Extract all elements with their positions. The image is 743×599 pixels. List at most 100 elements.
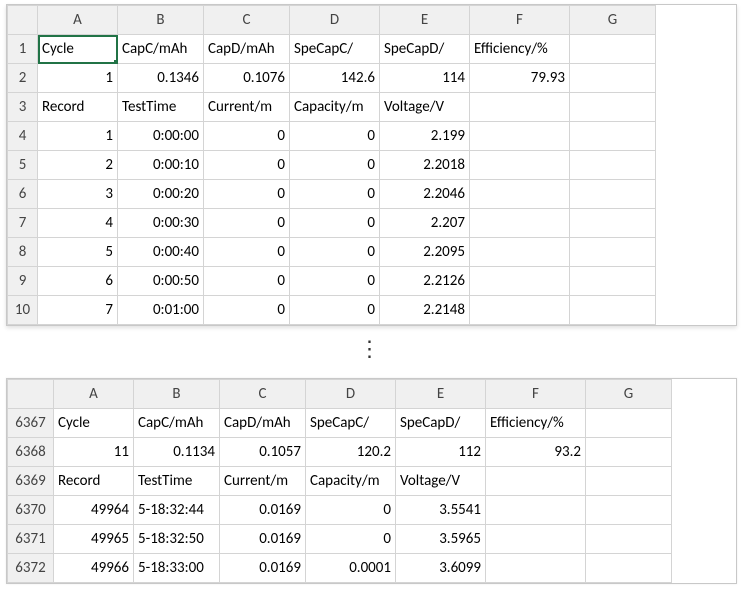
cell-F3[interactable] — [470, 93, 570, 122]
cell-G10[interactable] — [570, 296, 656, 325]
cell-B9[interactable]: 0:00:50 — [118, 267, 204, 296]
cell-D7[interactable]: 0 — [290, 209, 380, 238]
cell-G7[interactable] — [570, 209, 656, 238]
col-header-D[interactable]: D — [306, 380, 396, 409]
cell-A9[interactable]: 6 — [38, 267, 118, 296]
cell-B6371[interactable]: 5-18:32:50 — [134, 525, 220, 554]
cell-A4[interactable]: 1 — [38, 122, 118, 151]
cell-F8[interactable] — [470, 238, 570, 267]
cell-D2[interactable]: 142.6 — [290, 64, 380, 93]
cell-C5[interactable]: 0 — [204, 151, 290, 180]
cell-F10[interactable] — [470, 296, 570, 325]
cell-A6370[interactable]: 49964 — [54, 496, 134, 525]
cell-E7[interactable]: 2.207 — [380, 209, 470, 238]
col-header-E[interactable]: E — [380, 6, 470, 35]
cell-C3[interactable]: Current/m — [204, 93, 290, 122]
row-header[interactable]: 1 — [8, 35, 38, 64]
col-header-F[interactable]: F — [486, 380, 586, 409]
cell-C6371[interactable]: 0.0169 — [220, 525, 306, 554]
row-header[interactable]: 6370 — [8, 496, 54, 525]
col-header-C[interactable]: C — [204, 6, 290, 35]
cell-D5[interactable]: 0 — [290, 151, 380, 180]
cell-E3[interactable]: Voltage/V — [380, 93, 470, 122]
select-all-corner[interactable] — [8, 380, 54, 409]
row-header[interactable]: 6372 — [8, 554, 54, 583]
row-header[interactable]: 10 — [8, 296, 38, 325]
cell-E6368[interactable]: 112 — [396, 438, 486, 467]
cell-D6369[interactable]: Capacity/m — [306, 467, 396, 496]
cell-G6370[interactable] — [586, 496, 672, 525]
cell-G6368[interactable] — [586, 438, 672, 467]
cell-G6371[interactable] — [586, 525, 672, 554]
col-header-G[interactable]: G — [586, 380, 672, 409]
cell-C7[interactable]: 0 — [204, 209, 290, 238]
cell-F6[interactable] — [470, 180, 570, 209]
cell-F6371[interactable] — [486, 525, 586, 554]
row-header[interactable]: 6368 — [8, 438, 54, 467]
col-header-B[interactable]: B — [118, 6, 204, 35]
cell-D3[interactable]: Capacity/m — [290, 93, 380, 122]
cell-F6370[interactable] — [486, 496, 586, 525]
row-header[interactable]: 9 — [8, 267, 38, 296]
cell-C6368[interactable]: 0.1057 — [220, 438, 306, 467]
cell-E9[interactable]: 2.2126 — [380, 267, 470, 296]
cell-E6371[interactable]: 3.5965 — [396, 525, 486, 554]
cell-A3[interactable]: Record — [38, 93, 118, 122]
cell-G2[interactable] — [570, 64, 656, 93]
row-header[interactable]: 5 — [8, 151, 38, 180]
cell-A10[interactable]: 7 — [38, 296, 118, 325]
cell-B10[interactable]: 0:01:00 — [118, 296, 204, 325]
cell-A2[interactable]: 1 — [38, 64, 118, 93]
cell-G6[interactable] — [570, 180, 656, 209]
cell-D1[interactable]: SpeCapC/ — [290, 35, 380, 64]
cell-A7[interactable]: 4 — [38, 209, 118, 238]
cell-C4[interactable]: 0 — [204, 122, 290, 151]
cell-B6372[interactable]: 5-18:33:00 — [134, 554, 220, 583]
cell-F6372[interactable] — [486, 554, 586, 583]
spreadsheet-grid-bottom[interactable]: A B C D E F G 6367 Cycle CapC/mAh CapD/m… — [7, 379, 672, 583]
cell-D6370[interactable]: 0 — [306, 496, 396, 525]
cell-B1[interactable]: CapC/mAh — [118, 35, 204, 64]
cell-E6372[interactable]: 3.6099 — [396, 554, 486, 583]
col-header-F[interactable]: F — [470, 6, 570, 35]
cell-E2[interactable]: 114 — [380, 64, 470, 93]
cell-F5[interactable] — [470, 151, 570, 180]
cell-A8[interactable]: 5 — [38, 238, 118, 267]
cell-E6[interactable]: 2.2046 — [380, 180, 470, 209]
cell-G6369[interactable] — [586, 467, 672, 496]
row-header[interactable]: 2 — [8, 64, 38, 93]
row-header[interactable]: 6371 — [8, 525, 54, 554]
cell-F6367[interactable]: Efficiency/% — [486, 409, 586, 438]
col-header-B[interactable]: B — [134, 380, 220, 409]
cell-D6372[interactable]: 0.0001 — [306, 554, 396, 583]
cell-G4[interactable] — [570, 122, 656, 151]
cell-C6370[interactable]: 0.0169 — [220, 496, 306, 525]
cell-A5[interactable]: 2 — [38, 151, 118, 180]
cell-C6372[interactable]: 0.0169 — [220, 554, 306, 583]
cell-A6[interactable]: 3 — [38, 180, 118, 209]
cell-E5[interactable]: 2.2018 — [380, 151, 470, 180]
cell-E1[interactable]: SpeCapD/ — [380, 35, 470, 64]
cell-G9[interactable] — [570, 267, 656, 296]
cell-D6[interactable]: 0 — [290, 180, 380, 209]
cell-C10[interactable]: 0 — [204, 296, 290, 325]
cell-F6368[interactable]: 93.2 — [486, 438, 586, 467]
cell-D4[interactable]: 0 — [290, 122, 380, 151]
cell-B6370[interactable]: 5-18:32:44 — [134, 496, 220, 525]
cell-G6372[interactable] — [586, 554, 672, 583]
cell-E6369[interactable]: Voltage/V — [396, 467, 486, 496]
cell-B6369[interactable]: TestTime — [134, 467, 220, 496]
col-header-D[interactable]: D — [290, 6, 380, 35]
cell-E8[interactable]: 2.2095 — [380, 238, 470, 267]
cell-F9[interactable] — [470, 267, 570, 296]
cell-E4[interactable]: 2.199 — [380, 122, 470, 151]
cell-F4[interactable] — [470, 122, 570, 151]
cell-A6367[interactable]: Cycle — [54, 409, 134, 438]
row-header[interactable]: 3 — [8, 93, 38, 122]
row-header[interactable]: 6 — [8, 180, 38, 209]
cell-F7[interactable] — [470, 209, 570, 238]
cell-D6368[interactable]: 120.2 — [306, 438, 396, 467]
cell-G1[interactable] — [570, 35, 656, 64]
col-header-A[interactable]: A — [54, 380, 134, 409]
cell-B6[interactable]: 0:00:20 — [118, 180, 204, 209]
